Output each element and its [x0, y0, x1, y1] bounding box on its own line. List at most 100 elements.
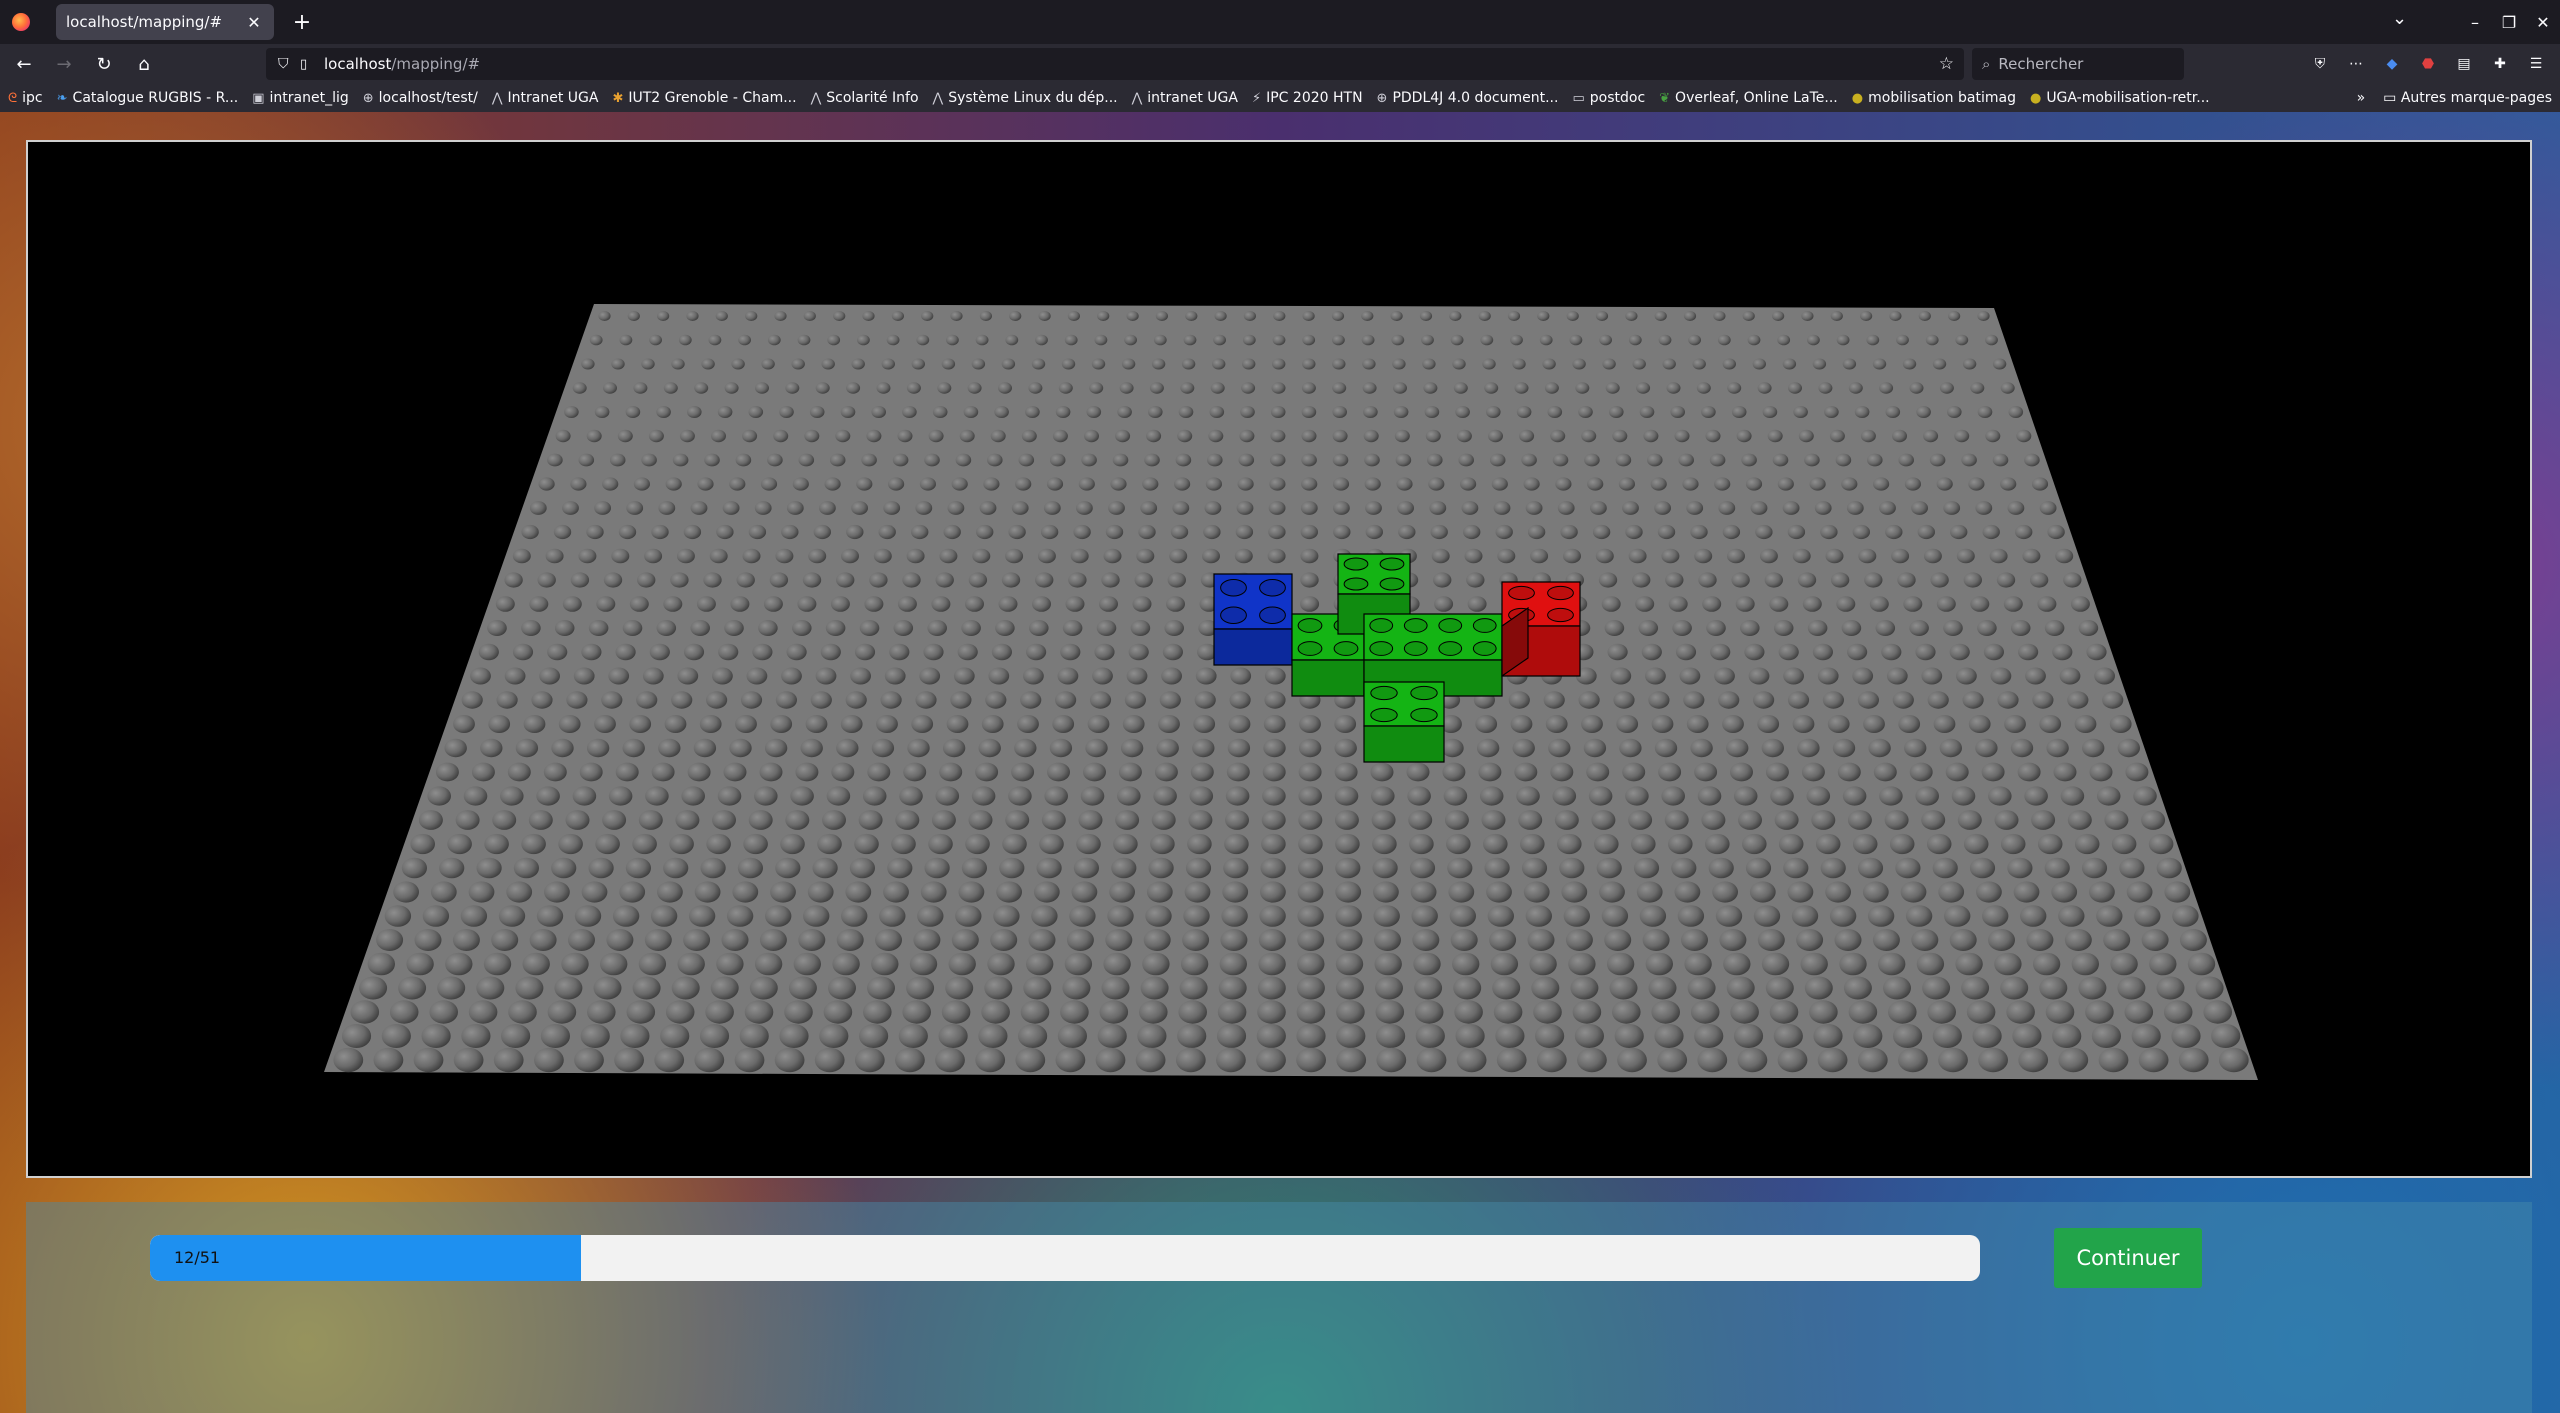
bookmark-item[interactable]: ● mobilisation batimag	[1852, 90, 2016, 106]
forward-arrow-icon[interactable]: →	[48, 54, 80, 75]
continue-button[interactable]: Continuer	[2054, 1228, 2202, 1288]
bookmark-item[interactable]: ✱ IUT2 Grenoble - Cham...	[612, 90, 796, 106]
baseplate-stud	[1939, 738, 1963, 758]
url-bar[interactable]: ⛉ ▯ localhost/mapping/# ☆	[266, 48, 1964, 80]
baseplate-stud	[913, 929, 941, 951]
baseplate-stud	[1665, 572, 1684, 588]
baseplate-stud	[1866, 334, 1880, 346]
baseplate-stud	[1722, 715, 1744, 733]
bookmark-item[interactable]: ᘓ ipc	[8, 90, 43, 106]
extension-dots-icon[interactable]: ⋯	[2338, 56, 2374, 72]
baseplate-stud	[1375, 976, 1403, 1000]
bookmark-item[interactable]: ⚡ IPC 2020 HTN	[1252, 90, 1363, 106]
baseplate-stud	[1058, 382, 1073, 394]
baseplate-stud	[1055, 406, 1071, 418]
baseplate-stud	[381, 1024, 411, 1048]
baseplate-stud	[976, 524, 994, 540]
close-window-button[interactable]: ✕	[2528, 13, 2558, 32]
baseplate-stud	[797, 334, 811, 346]
home-icon[interactable]: ⌂	[128, 54, 160, 75]
tab-close-icon[interactable]: ✕	[244, 13, 264, 32]
bookmark-item[interactable]: ❧ Catalogue RUGBIS - R...	[57, 90, 239, 106]
baseplate-stud	[1742, 311, 1755, 321]
baseplate-stud	[594, 715, 616, 733]
baseplate-stud	[821, 358, 835, 370]
baseplate-stud	[1518, 810, 1543, 830]
bookmark-item[interactable]: ● UGA-mobilisation-retr...	[2030, 90, 2210, 106]
tab-list-chevron-icon[interactable]: ⌄	[2392, 8, 2407, 29]
baseplate-stud	[968, 810, 993, 830]
extension-shield-icon[interactable]: ◆	[2374, 56, 2410, 72]
restore-button[interactable]: ❐	[2494, 13, 2524, 32]
baseplate-stud	[732, 881, 759, 903]
baseplate-stud	[1769, 596, 1789, 612]
bookmark-item[interactable]: ⊕ localhost/test/	[363, 90, 478, 106]
baseplate-stud	[1645, 952, 1674, 976]
baseplate-stud	[1164, 620, 1184, 636]
baseplate-stud	[1797, 572, 1817, 588]
baseplate-stud	[2203, 1000, 2232, 1024]
baseplate-stud	[1017, 715, 1039, 733]
baseplate-stud	[1219, 952, 1248, 976]
baseplate-stud	[859, 1024, 889, 1048]
active-tab[interactable]: localhost/mapping/# ✕	[56, 4, 274, 40]
baseplate-stud	[1414, 1000, 1444, 1024]
lego-scene-canvas[interactable]	[28, 142, 2530, 1176]
bookmark-item[interactable]: ⋀ Scolarité Info	[811, 90, 919, 106]
minimize-button[interactable]: –	[2460, 13, 2490, 32]
bookmark-item[interactable]: ❦ Overleaf, Online LaTe...	[1659, 90, 1838, 106]
back-arrow-icon[interactable]: ←	[8, 54, 40, 75]
blue-brick-front[interactable]	[1213, 628, 1293, 666]
bookmark-item[interactable]: ▭ postdoc	[1572, 90, 1645, 106]
chevron-double-right-icon[interactable]: »	[2357, 90, 2366, 106]
baseplate-stud	[955, 905, 982, 927]
baseplate-stud	[1742, 833, 1767, 855]
new-tab-button[interactable]: +	[290, 10, 314, 35]
reader-icon[interactable]: ▤	[2446, 56, 2482, 72]
baseplate-stud	[478, 643, 499, 661]
folder-icon: ▭	[2383, 90, 2401, 106]
adblock-icon[interactable]: ⬣	[2410, 56, 2446, 72]
baseplate-stud	[620, 1024, 650, 1048]
search-input[interactable]: ⌕ Rechercher	[1972, 48, 2184, 80]
reload-icon[interactable]: ↻	[88, 54, 120, 75]
baseplate-stud	[1898, 1047, 1928, 1073]
pocket-icon[interactable]: ⛨	[2302, 56, 2338, 72]
green-brick-bottom-front[interactable]	[1363, 725, 1445, 763]
lego-3d-viewport[interactable]	[26, 140, 2532, 1178]
baseplate-stud	[654, 1047, 685, 1073]
baseplate-stud	[845, 691, 867, 709]
baseplate-stud	[697, 477, 714, 491]
green-brick-left-front[interactable]	[1291, 659, 1365, 697]
baseplate-stud	[2103, 929, 2131, 951]
baseplate-stud	[1636, 382, 1651, 394]
bookmark-item[interactable]: ⋀ intranet UGA	[1132, 90, 1238, 106]
other-bookmarks-folder[interactable]: ▭ Autres marque-pages	[2383, 90, 2552, 106]
menu-hamburger-icon[interactable]: ☰	[2518, 56, 2554, 72]
baseplate-stud	[946, 334, 959, 346]
bookmark-item[interactable]: ⋀ Intranet UGA	[492, 90, 599, 106]
baseplate-stud	[1662, 358, 1676, 370]
bookmark-star-icon[interactable]: ☆	[1939, 54, 1954, 74]
extensions-puzzle-icon[interactable]: ✚	[2482, 56, 2518, 72]
page-info-icon[interactable]: ▯	[300, 57, 324, 72]
bookmark-item[interactable]: ⊕ PDDL4J 4.0 document...	[1377, 90, 1559, 106]
baseplate-stud	[932, 406, 948, 418]
shield-icon[interactable]: ⛉	[278, 56, 300, 72]
bookmark-item[interactable]: ▣ intranet_lig	[252, 90, 349, 106]
bookmark-item[interactable]: ⋀ Système Linux du dép...	[933, 90, 1118, 106]
baseplate-stud	[1332, 358, 1346, 370]
baseplate-stud	[1094, 334, 1108, 346]
baseplate-stud	[638, 810, 663, 830]
baseplate-stud	[987, 952, 1015, 976]
baseplate-stud	[979, 311, 993, 321]
baseplate-stud	[826, 786, 851, 806]
baseplate-stud	[594, 501, 611, 515]
baseplate-stud	[2096, 905, 2123, 927]
baseplate-stud	[430, 881, 457, 903]
baseplate-stud	[641, 358, 655, 370]
brick-stud	[1370, 685, 1398, 701]
baseplate-stud	[1272, 334, 1286, 346]
baseplate-stud	[1229, 691, 1251, 709]
baseplate-stud	[715, 311, 728, 321]
